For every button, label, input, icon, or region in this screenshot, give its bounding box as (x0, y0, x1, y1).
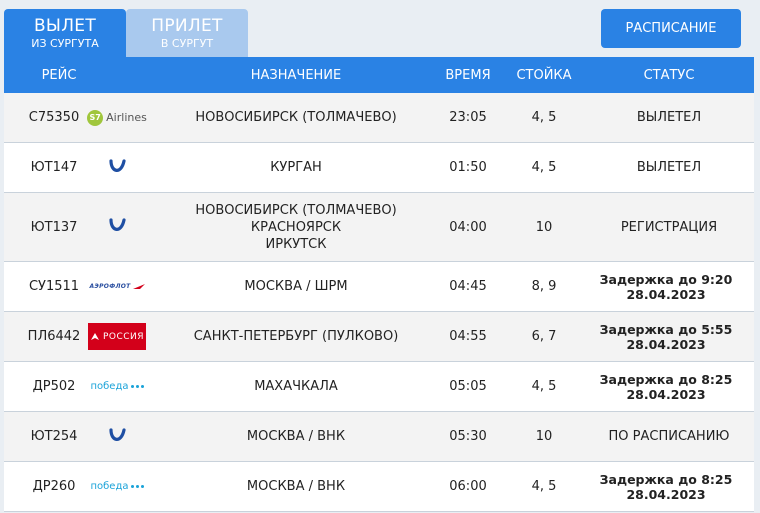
flight-status: Задержка до 5:55 28.04.2023 (599, 321, 733, 352)
checkin-desk: 4, 5 (531, 479, 557, 494)
departure-time: 05:05 (449, 379, 487, 394)
flight-status: Задержка до 8:25 28.04.2023 (599, 371, 733, 402)
tab-departures[interactable]: ВЫЛЕТ ИЗ СУРГУТА (4, 9, 126, 57)
flights-table: РЕЙС НАЗНАЧЕНИЕ ВРЕМЯ СТОЙКА СТАТУС С753… (4, 57, 754, 512)
destination-line: НОВОСИБИРСК (ТОЛМАЧЕВО) (195, 202, 397, 218)
airline-logo-cell: победа (82, 462, 152, 511)
utair-logo (109, 218, 126, 231)
airline-logo-cell: АЭРОФЛОТ (82, 262, 152, 311)
destination-cell: МОСКВА / ШРМ (154, 262, 438, 311)
checkin-desk: 4, 5 (531, 110, 557, 125)
table-row: ЮТ137 НОВОСИБИРСК (ТОЛМАЧЕВО) КРАСНОЯРСК ИР… (4, 193, 754, 262)
flight-status: РЕГИСТРАЦИЯ (620, 219, 718, 235)
checkin-desk: 6, 7 (531, 329, 557, 344)
destination-cell: НОВОСИБИРСК (ТОЛМАЧЕВО) КРАСНОЯРСК ИРКУТСК (154, 193, 438, 261)
checkin-desk: 10 (535, 429, 553, 444)
col-time-header: ВРЕМЯ (445, 67, 491, 83)
departure-time: 05:30 (449, 429, 487, 444)
tab-arrivals-label: ПРИЛЕТ (151, 15, 223, 36)
flight-status: Задержка до 9:20 28.04.2023 (599, 271, 733, 302)
flight-status: Задержка до 8:25 28.04.2023 (599, 471, 733, 502)
flight-status: ВЫЛЕТЕЛ (636, 110, 702, 125)
table-row: СУ1511 АЭРОФЛОТ МОСКВА / ШРМ 04:45 8, 9 Задер… (4, 262, 754, 312)
rossiya-bird-icon (90, 332, 99, 340)
flight-status: ВЫЛЕТЕЛ (636, 160, 702, 175)
flight-status: ПО РАСПИСАНИЮ (608, 429, 730, 444)
departure-time: 04:00 (449, 219, 487, 235)
table-row: ДР502 победа МАХАЧКАЛА 05:05 4, 5 Задержка до… (4, 362, 754, 412)
col-flight-header: РЕЙС (41, 67, 77, 83)
aeroflot-wings-icon (132, 283, 145, 289)
utair-logo (109, 158, 126, 172)
departure-time: 23:05 (449, 110, 487, 125)
direction-tabs: ВЫЛЕТ ИЗ СУРГУТА ПРИЛЕТ В СУРГУТ (4, 9, 248, 57)
col-desk-header: СТОЙКА (516, 67, 572, 83)
destination-line: МОСКВА / ШРМ (244, 279, 348, 294)
rossiya-logo-text: РОССИЯ (102, 331, 145, 342)
tab-departures-label: ВЫЛЕТ (33, 15, 97, 36)
airline-logo-cell: РОССИЯ (82, 312, 152, 361)
tab-departures-sublabel: ИЗ СУРГУТА (31, 36, 99, 50)
destination-line: САНКТ-ПЕТЕРБУРГ (ПУЛКОВО) (193, 329, 399, 344)
checkin-desk: 4, 5 (531, 160, 557, 175)
schedule-button[interactable]: РАСПИСАНИЕ (601, 9, 741, 48)
departure-time: 04:55 (449, 329, 487, 344)
table-header: РЕЙС НАЗНАЧЕНИЕ ВРЕМЯ СТОЙКА СТАТУС (4, 57, 754, 93)
airline-logo-cell: S7 Airlines (82, 93, 152, 142)
destination-line: НОВОСИБИРСК (ТОЛМАЧЕВО) (195, 110, 397, 125)
destination-cell: МОСКВА / ВНК (154, 462, 438, 511)
destination-cell: НОВОСИБИРСК (ТОЛМАЧЕВО) (154, 93, 438, 142)
airline-logo-cell (82, 193, 152, 261)
tab-arrivals-sublabel: В СУРГУТ (160, 36, 214, 50)
col-status-header: СТАТУС (643, 67, 695, 83)
pobeda-logo: победа (90, 481, 144, 492)
s7-airlines-logo: S7 Airlines (87, 109, 147, 126)
rossiya-logo: РОССИЯ (88, 323, 146, 350)
table-row: ЮТ254 МОСКВА / ВНК 05:30 10 ПО РАСПИСАНИЮ (4, 412, 754, 462)
destination-line: КУРГАН (270, 160, 322, 175)
airline-logo-cell: победа (82, 362, 152, 411)
pobeda-logo-text: победа (90, 381, 129, 392)
airline-logo-cell (82, 412, 152, 461)
destination-line: МОСКВА / ВНК (246, 479, 346, 494)
pobeda-logo: победа (90, 381, 144, 392)
checkin-desk: 8, 9 (531, 279, 557, 294)
destination-cell: МОСКВА / ВНК (154, 412, 438, 461)
destination-cell: МАХАЧКАЛА (154, 362, 438, 411)
table-row: ЮТ147 КУРГАН 01:50 4, 5 ВЫЛЕТЕЛ (4, 143, 754, 193)
destination-line: МОСКВА / ВНК (246, 429, 346, 444)
destination-line: ИРКУТСК (265, 236, 327, 252)
airline-logo-cell (82, 143, 152, 192)
table-row: ДР260 победа МОСКВА / ВНК 06:00 4, 5 Задержка… (4, 462, 754, 512)
destination-cell: САНКТ-ПЕТЕРБУРГ (ПУЛКОВО) (154, 312, 438, 361)
table-row: С75350 S7 Airlines НОВОСИБИРСК (ТОЛМАЧЕВО) 2… (4, 93, 754, 143)
s7-logo-text: Airlines (106, 111, 147, 124)
departure-time: 04:45 (449, 279, 487, 294)
departure-time: 06:00 (449, 479, 487, 494)
table-row: ПЛ6442 РОССИЯ САНКТ-ПЕТЕРБУРГ (ПУЛКОВО) 04:… (4, 312, 754, 362)
table-body: С75350 S7 Airlines НОВОСИБИРСК (ТОЛМАЧЕВО) 2… (4, 93, 754, 512)
aeroflot-logo: АЭРОФЛОТ (89, 283, 145, 291)
aeroflot-logo-text: АЭРОФЛОТ (89, 283, 131, 290)
col-destination-header: НАЗНАЧЕНИЕ (250, 67, 342, 83)
destination-line: МАХАЧКАЛА (254, 379, 338, 394)
pobeda-logo-text: победа (90, 481, 129, 492)
destination-cell: КУРГАН (154, 143, 438, 192)
destination-line: КРАСНОЯРСК (250, 219, 342, 235)
utair-logo (109, 427, 126, 441)
checkin-desk: 4, 5 (531, 379, 557, 394)
checkin-desk: 10 (535, 219, 553, 235)
s7-mark: S7 (87, 109, 104, 126)
departure-time: 01:50 (449, 160, 487, 175)
tab-arrivals[interactable]: ПРИЛЕТ В СУРГУТ (126, 9, 248, 57)
